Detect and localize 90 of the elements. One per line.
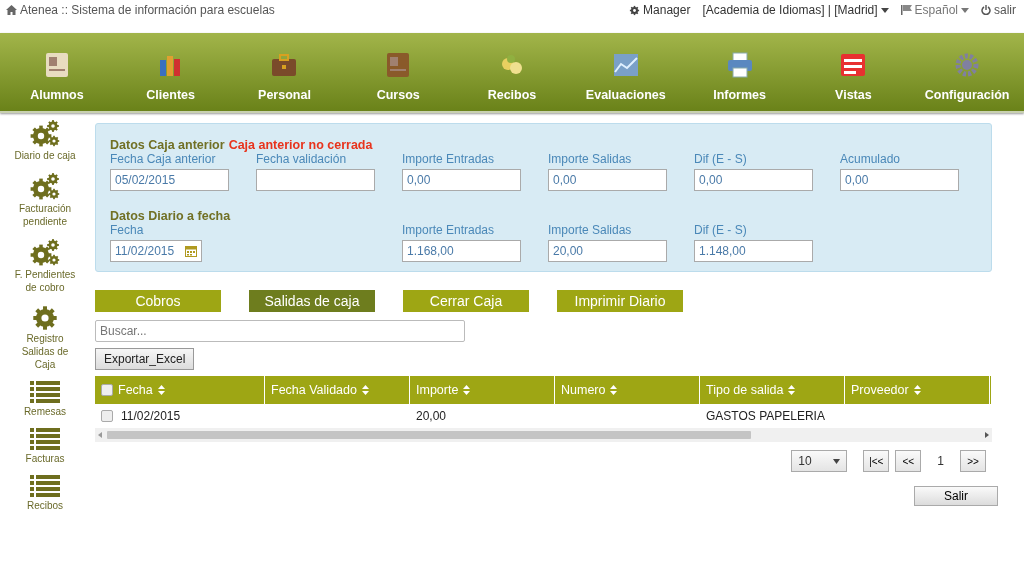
input-field[interactable]: 05/02/2015 xyxy=(110,169,229,191)
sidebar-item[interactable]: F. Pendientes de cobro xyxy=(14,238,76,294)
page-size-select[interactable]: 10 xyxy=(791,450,848,472)
user-name[interactable]: Manager xyxy=(643,3,691,17)
current-page: 1 xyxy=(936,454,945,468)
column-header[interactable]: Fecha xyxy=(95,376,265,404)
field-label: Fecha xyxy=(110,223,145,237)
sidebar-item[interactable]: Recibos xyxy=(14,475,76,512)
input-field[interactable] xyxy=(256,169,375,191)
sidebar-item[interactable]: Diario de caja xyxy=(14,119,76,162)
checkbox[interactable] xyxy=(101,384,113,396)
column-header[interactable]: Proveedor xyxy=(845,376,990,404)
input-field[interactable]: 0,00 xyxy=(402,169,521,191)
caret-icon[interactable] xyxy=(961,7,969,13)
power-icon[interactable] xyxy=(981,5,991,15)
table-cell: 11/02/2015 xyxy=(121,409,181,423)
logout-link[interactable]: salir xyxy=(994,3,1016,17)
section-title: Datos Diario a fecha xyxy=(110,209,231,223)
gears-icon xyxy=(29,172,61,202)
warning-text: Caja anterior no cerrada xyxy=(228,138,373,152)
input-field[interactable]: 0,00 xyxy=(694,169,813,191)
sort-icon[interactable] xyxy=(788,385,796,395)
sort-icon[interactable] xyxy=(463,385,471,395)
nav-item[interactable]: Configuración xyxy=(910,33,1024,111)
sort-icon[interactable] xyxy=(157,385,165,395)
sort-icon[interactable] xyxy=(610,385,618,395)
field-label: Importe Salidas xyxy=(548,223,633,237)
exit-button[interactable]: Salir xyxy=(914,486,998,506)
horizontal-scrollbar[interactable] xyxy=(95,428,992,442)
caret-icon[interactable] xyxy=(880,7,889,13)
input-field[interactable]: 0,00 xyxy=(840,169,959,191)
previous-page-button[interactable]: << xyxy=(895,450,922,472)
nav-item[interactable]: Vistas xyxy=(796,33,911,111)
table-cell: 20,00 xyxy=(416,409,447,423)
sidebar-item[interactable]: Registro Salidas de Caja xyxy=(14,304,76,371)
language-selector[interactable]: Español xyxy=(914,3,958,17)
section-title: Datos Caja anterior xyxy=(110,138,225,152)
nav-item[interactable]: Alumnos xyxy=(0,33,114,111)
input-field[interactable]: 1.148,00 xyxy=(694,240,813,262)
sidebar-item[interactable]: Remesas xyxy=(14,381,76,418)
field-label: Dif (E - S) xyxy=(694,152,748,166)
row-checkbox[interactable] xyxy=(101,410,113,422)
settings-icon[interactable] xyxy=(629,4,641,16)
sort-icon[interactable] xyxy=(361,385,369,395)
sidebar-item[interactable]: Facturación pendiente xyxy=(14,172,76,228)
home-icon[interactable] xyxy=(6,5,17,15)
first-page-button[interactable]: |<< xyxy=(863,450,890,472)
action-tab[interactable]: Cerrar Caja xyxy=(403,290,529,312)
action-tab[interactable]: Salidas de caja xyxy=(249,290,375,312)
list-icon xyxy=(30,428,60,452)
list-icon xyxy=(30,381,60,405)
field-label: Importe Entradas xyxy=(402,152,496,166)
sidebar-item[interactable]: Facturas xyxy=(14,428,76,465)
input-field[interactable]: 0,00 xyxy=(548,169,667,191)
gear-icon xyxy=(31,304,59,332)
column-header[interactable]: Tipo de salida xyxy=(700,376,845,404)
flag-icon[interactable] xyxy=(900,5,912,15)
field-label: Fecha validación xyxy=(256,152,348,166)
nav-item[interactable]: Informes xyxy=(682,33,797,111)
gears-icon xyxy=(29,238,61,268)
column-header[interactable]: Numero xyxy=(555,376,700,404)
column-header[interactable]: Fecha Validado xyxy=(265,376,410,404)
caret-icon xyxy=(833,458,841,464)
field-label: Dif (E - S) xyxy=(694,223,748,237)
date-field[interactable]: 11/02/2015 xyxy=(110,240,202,262)
table-row[interactable]: 11/02/2015 20,00 GASTOS PAPELERIA xyxy=(95,404,992,428)
action-tab[interactable]: Imprimir Diario xyxy=(557,290,683,312)
field-label: Importe Salidas xyxy=(548,152,633,166)
sort-icon[interactable] xyxy=(913,385,921,395)
search-field[interactable]: Buscar... xyxy=(95,320,465,342)
input-field[interactable]: 20,00 xyxy=(548,240,667,262)
list-icon xyxy=(30,475,60,499)
next-page-button[interactable]: >> xyxy=(960,450,986,472)
action-tab[interactable]: Cobros xyxy=(95,290,221,312)
nav-item[interactable]: Personal xyxy=(227,33,342,111)
nav-item[interactable]: Cursos xyxy=(341,33,456,111)
nav-item[interactable]: Recibos xyxy=(455,33,569,111)
calendar-icon[interactable] xyxy=(185,245,197,257)
column-header[interactable]: Importe xyxy=(410,376,555,404)
academy-selector[interactable]: [Academia de Idiomas] | [Madrid] xyxy=(702,3,878,17)
field-label: Importe Entradas xyxy=(402,223,496,237)
input-field[interactable]: 1.168,00 xyxy=(402,240,521,262)
field-label: Fecha Caja anterior xyxy=(110,152,217,166)
field-label: Acumulado xyxy=(840,152,902,166)
nav-item[interactable]: Evaluaciones xyxy=(568,33,683,111)
app-title: Atenea :: Sistema de información para escuelas xyxy=(20,3,275,17)
nav-item[interactable]: Clientes xyxy=(113,33,228,111)
export-button[interactable]: Exportar_Excel xyxy=(95,348,195,370)
table-cell: GASTOS PAPELERIA xyxy=(706,409,825,423)
gears-icon xyxy=(29,119,61,149)
